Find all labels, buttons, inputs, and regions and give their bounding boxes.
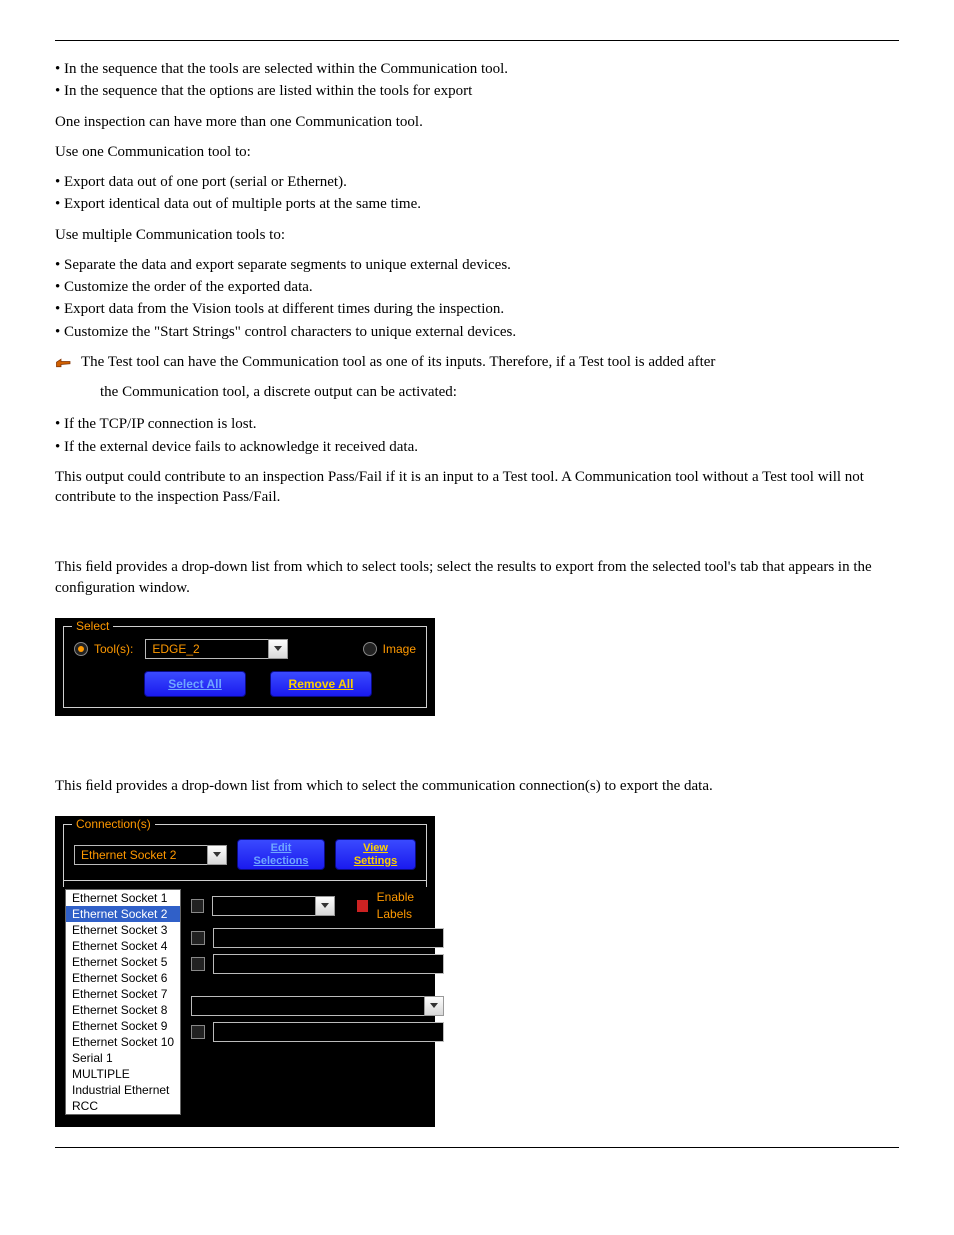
chevron-down-icon[interactable] — [424, 996, 444, 1016]
list-item[interactable]: Ethernet Socket 9 — [66, 1018, 180, 1034]
body-text: • In the sequence that the tools are sel… — [55, 59, 899, 79]
select-all-button[interactable]: Select All — [144, 671, 246, 697]
body-text: This output could contribute to an inspe… — [55, 467, 899, 508]
groupbox-legend: Select — [72, 618, 113, 634]
enable-labels-label: Enable Labels — [377, 889, 444, 921]
checkbox[interactable] — [191, 1025, 205, 1039]
image-radio[interactable] — [363, 642, 377, 656]
body-text: • In the sequence that the options are l… — [55, 81, 899, 101]
body-text: • If the TCP/IP connection is lost. — [55, 414, 899, 434]
list-item[interactable]: Ethernet Socket 10 — [66, 1034, 180, 1050]
body-text: Use one Communication tool to: — [55, 142, 899, 162]
chevron-down-icon[interactable] — [268, 639, 288, 659]
list-item[interactable]: MULTIPLE — [66, 1066, 180, 1082]
remove-all-button[interactable]: Remove All — [270, 671, 372, 697]
tools-label: Tool(s): — [94, 641, 133, 657]
hand-point-icon — [55, 356, 73, 370]
body-text: One inspection can have more than one Co… — [55, 112, 899, 132]
list-item[interactable]: Ethernet Socket 2 — [66, 906, 180, 922]
text-input[interactable] — [213, 1022, 444, 1042]
body-text: • Customize the order of the exported da… — [55, 277, 899, 297]
list-item[interactable]: Ethernet Socket 1 — [66, 890, 180, 906]
button-label: Remove All — [289, 677, 354, 691]
connections-dropdown-list[interactable]: Ethernet Socket 1 Ethernet Socket 2 Ethe… — [65, 889, 181, 1115]
text-input[interactable] — [213, 928, 444, 948]
body-text: • Customize the "Start Strings" control … — [55, 322, 899, 342]
field-combo[interactable] — [212, 896, 335, 916]
body-text: • If the external device fails to acknow… — [55, 437, 899, 457]
note-text: The Test tool can have the Communication… — [81, 352, 899, 372]
list-item[interactable]: Ethernet Socket 4 — [66, 938, 180, 954]
checkbox[interactable] — [191, 957, 205, 971]
combo-value — [212, 896, 315, 916]
checkbox[interactable] — [191, 931, 205, 945]
connections-combo[interactable]: Ethernet Socket 2 — [74, 845, 227, 865]
list-item[interactable]: Ethernet Socket 8 — [66, 1002, 180, 1018]
edit-selections-button[interactable]: Edit Selections — [237, 839, 325, 870]
tools-combo[interactable]: EDGE_2 — [145, 639, 288, 659]
list-item[interactable]: Ethernet Socket 5 — [66, 954, 180, 970]
body-text: • Export data from the Vision tools at d… — [55, 299, 899, 319]
body-text: Use multiple Communication tools to: — [55, 225, 899, 245]
button-label: Select All — [168, 677, 222, 691]
button-label: Edit Selections — [254, 842, 309, 867]
note-text: the Communication tool, a discrete outpu… — [100, 382, 899, 402]
list-item[interactable]: Ethernet Socket 6 — [66, 970, 180, 986]
enable-labels-checkbox[interactable] — [356, 899, 369, 913]
section-intro: This ﬁeld provides a drop-down list from… — [55, 557, 899, 598]
combo-value — [191, 996, 424, 1016]
body-text: • Export identical data out of multiple … — [55, 194, 899, 214]
groupbox-legend: Connection(s) — [72, 816, 155, 832]
chevron-down-icon[interactable] — [315, 896, 335, 916]
tools-combo-value: EDGE_2 — [145, 639, 268, 659]
list-item[interactable]: Industrial Ethernet — [66, 1082, 180, 1098]
connections-combo-value: Ethernet Socket 2 — [74, 845, 207, 865]
body-text: • Separate the data and export separate … — [55, 255, 899, 275]
list-item[interactable]: Ethernet Socket 7 — [66, 986, 180, 1002]
view-settings-button[interactable]: View Settings — [335, 839, 416, 870]
list-item[interactable]: Serial 1 — [66, 1050, 180, 1066]
bottom-rule — [55, 1147, 899, 1148]
chevron-down-icon[interactable] — [207, 845, 227, 865]
text-input[interactable] — [213, 954, 444, 974]
image-label: Image — [383, 641, 416, 657]
tools-radio[interactable] — [74, 642, 88, 656]
button-label: View Settings — [354, 842, 397, 867]
section-intro: This ﬁeld provides a drop-down list from… — [55, 776, 899, 796]
connections-panel: Connection(s) Ethernet Socket 2 Edit Sel… — [55, 816, 435, 1127]
checkbox[interactable] — [191, 899, 204, 913]
wide-combo[interactable] — [191, 996, 444, 1016]
body-text: • Export data out of one port (serial or… — [55, 172, 899, 192]
top-rule — [55, 40, 899, 41]
list-item[interactable]: RCC — [66, 1098, 180, 1114]
list-item[interactable]: Ethernet Socket 3 — [66, 922, 180, 938]
select-panel: Select Tool(s): EDGE_2 Image Select All … — [55, 618, 435, 716]
